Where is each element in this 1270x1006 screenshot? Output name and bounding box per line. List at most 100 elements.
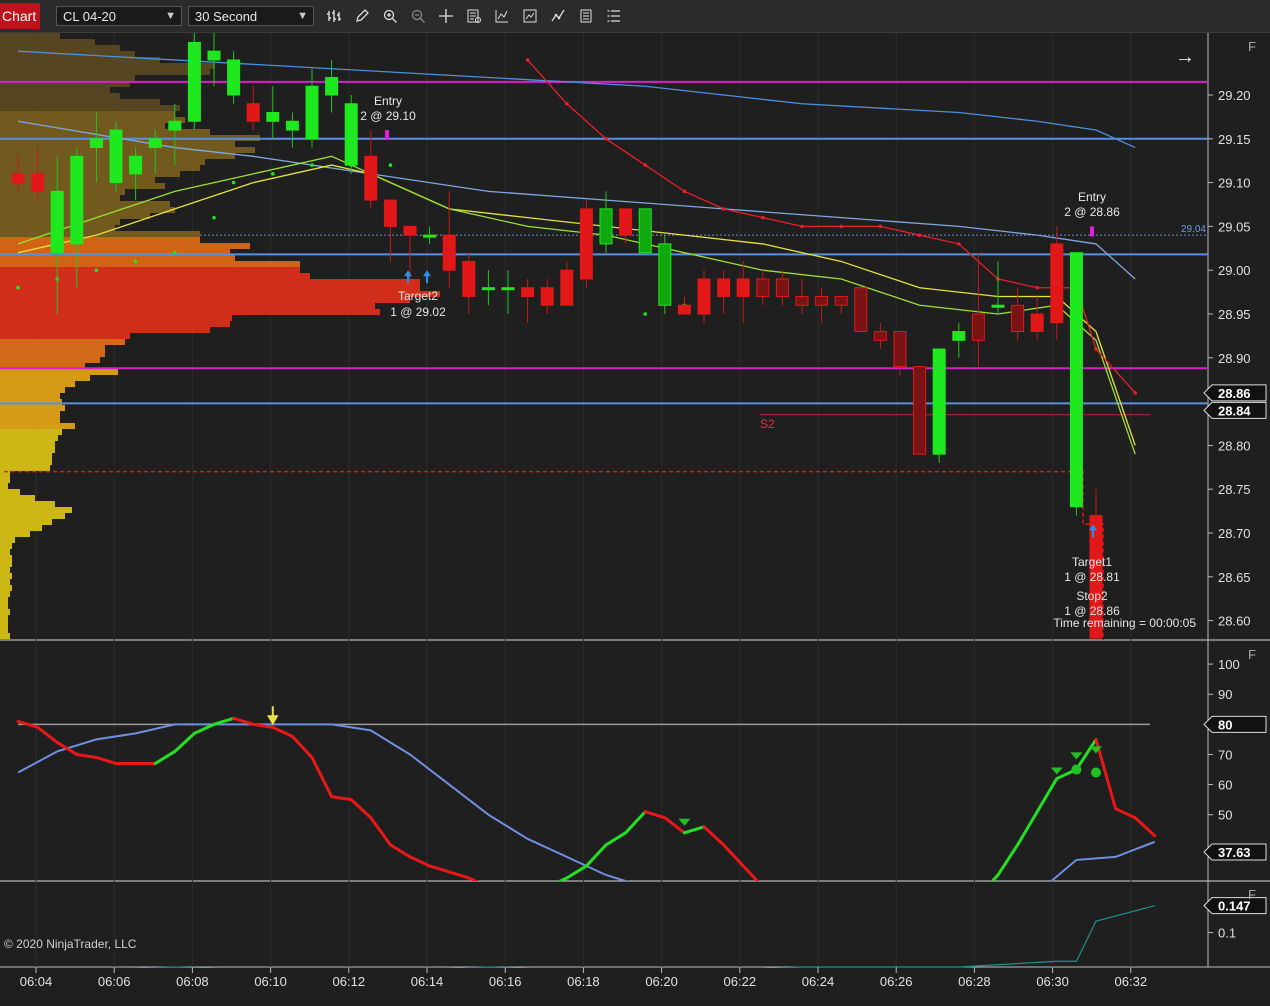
candle-body: [89, 138, 103, 149]
osc-tick-label: 90: [1218, 687, 1232, 702]
candle-body: [364, 155, 378, 201]
profile-bar: [0, 417, 60, 423]
osc-red-segment: [763, 887, 783, 893]
candle-body: [1030, 313, 1044, 333]
profile-bar: [0, 297, 410, 303]
profile-bar: [0, 327, 210, 333]
osc-red-segment: [741, 864, 760, 881]
candle-body: [619, 208, 633, 236]
time-tick-label: 06:06: [98, 974, 131, 989]
volume-panel: 0.1 0.147: [17, 897, 1267, 974]
templates-icon[interactable]: [548, 6, 568, 26]
candle-body: [31, 173, 45, 192]
profile-bar: [0, 99, 160, 105]
time-tick-label: 06:08: [176, 974, 209, 989]
indicators-icon[interactable]: [492, 6, 512, 26]
properties-icon[interactable]: [576, 6, 596, 26]
price-panel-f-label[interactable]: F: [1248, 39, 1256, 54]
profile-bar: [0, 39, 95, 45]
chart-tab[interactable]: Chart: [0, 3, 40, 29]
osc-red-segment: [55, 740, 79, 756]
sma-red-line-dot: [800, 224, 804, 229]
osc-signal-dot: [1071, 764, 1082, 775]
osc-red-segment: [1016, 810, 1039, 847]
price-box-label: 28.84: [1218, 403, 1251, 418]
candle-body: [11, 173, 25, 184]
chart-canvas[interactable]: 100 90 70 60 50 80 37.63 0.1 0.147 29.20 29.15 29…: [0, 7, 1270, 1001]
osc-value-label: 37.63: [1218, 845, 1251, 860]
support-dot: [310, 163, 314, 167]
candle-body: [305, 85, 319, 140]
price-tick-label: 29.10: [1218, 176, 1251, 191]
profile-bar: [0, 495, 35, 501]
candle-body: [1050, 243, 1064, 324]
support-dot: [231, 180, 236, 185]
profile-bar: [0, 549, 10, 555]
profile-bar: [0, 159, 205, 165]
price-tick-label: 28.95: [1218, 307, 1251, 322]
profile-bar: [0, 87, 110, 93]
profile-bar: [0, 345, 105, 351]
osc-red-segment: [959, 896, 979, 911]
candle-body: [403, 225, 417, 236]
list-icon[interactable]: [604, 6, 624, 26]
target2-label: Target2: [398, 289, 438, 303]
sma-red-line-dot: [565, 101, 569, 106]
zoom-in-icon[interactable]: [380, 6, 400, 26]
draw-pencil-icon[interactable]: [352, 6, 372, 26]
osc-signal-triangle: [1070, 752, 1083, 760]
sma-red-line-dot: [761, 215, 765, 220]
bar-style-icon[interactable]: [324, 6, 344, 26]
crosshair-icon[interactable]: [436, 6, 456, 26]
target1-label: Target1: [1072, 555, 1112, 569]
oscillator-panel: 100 90 70 60 50 80 37.63: [16, 657, 1267, 920]
price-tick-label: 28.70: [1218, 526, 1251, 541]
osc-signal-triangle: [404, 903, 416, 910]
profile-bar: [0, 357, 100, 363]
time-axis[interactable]: 06:04 06:06 06:08 06:10 06:12 06:14 06:16 06:18…: [0, 967, 1270, 1001]
osc-tick-label: 70: [1218, 747, 1232, 762]
zoom-out-icon[interactable]: [408, 6, 428, 26]
support-dot: [133, 259, 138, 264]
scroll-right-arrow-icon[interactable]: →: [1175, 46, 1195, 68]
interval-selector[interactable]: 30 Second ▼: [188, 6, 314, 26]
support-dot: [16, 285, 20, 290]
chart-area[interactable]: 100 90 70 60 50 80 37.63 0.1 0.147 29.20 29.15 29…: [0, 7, 1270, 1001]
osc-red-segment: [920, 917, 940, 920]
instrument-selector[interactable]: CL 04-20 ▼: [56, 6, 182, 26]
osc-signal-arrow-icon: [267, 706, 279, 726]
profile-bar: [0, 105, 180, 111]
sma-red-line-dot: [721, 207, 726, 211]
strategies-icon[interactable]: [520, 6, 540, 26]
target1-detail: 1 @ 28.81: [1064, 570, 1120, 584]
instrument-value: CL 04-20: [63, 9, 116, 24]
profile-bar: [0, 75, 135, 81]
profile-bar: [0, 579, 10, 585]
time-tick-label: 06:04: [20, 974, 53, 989]
candle-body: [383, 199, 397, 227]
osc-panel-f-label[interactable]: F: [1248, 647, 1256, 662]
profile-bar: [0, 507, 72, 513]
support-dot: [94, 268, 99, 272]
osc-red-segment: [467, 876, 479, 881]
profile-bar: [0, 267, 300, 273]
profile-bar: [0, 279, 420, 285]
osc-red-segment: [782, 893, 802, 899]
osc-red-segment: [702, 825, 726, 847]
profile-bar: [0, 465, 50, 471]
interval-value: 30 Second: [195, 9, 258, 24]
profile-bar: [0, 273, 310, 279]
profile-bar: [0, 543, 12, 549]
osc-red-segment: [36, 725, 59, 744]
profile-bar: [0, 561, 12, 567]
osc-red-segment: [290, 734, 314, 759]
s2-pivot-label: S2: [760, 417, 775, 431]
candle-body: [815, 295, 829, 306]
candle-body: [579, 208, 593, 280]
time-tick-label: 06:24: [802, 974, 835, 989]
vol-panel-f-label[interactable]: F: [1248, 887, 1256, 902]
profile-bar: [0, 165, 200, 171]
entry-marker: [1090, 226, 1094, 237]
data-box-icon[interactable]: [464, 6, 484, 26]
osc-red-segment: [369, 816, 392, 847]
